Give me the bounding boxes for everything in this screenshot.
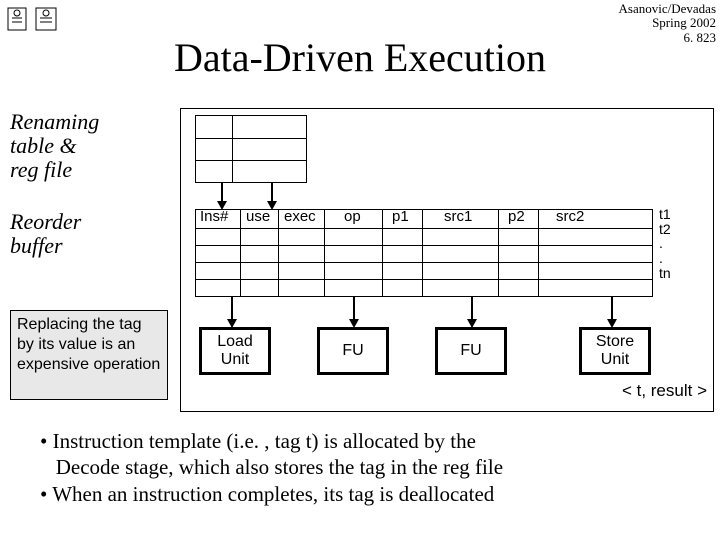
fu-2: FU xyxy=(435,327,507,375)
store-unit: Store Unit xyxy=(579,327,651,375)
tag-t1: t1 xyxy=(659,207,671,222)
authors: Asanovic/Devadas xyxy=(619,2,716,16)
col-exec: exec xyxy=(284,208,316,225)
col-src1: src1 xyxy=(444,208,472,225)
bullet-list: • Instruction template (i.e. , tag t) is… xyxy=(40,428,700,507)
col-use: use xyxy=(246,208,270,225)
bullet-1b: Decode stage, which also stores the tag … xyxy=(40,454,700,480)
corner-logo xyxy=(6,4,62,34)
tag-column: t1 t2 . . tn xyxy=(659,207,671,280)
page-title: Data-Driven Execution xyxy=(0,34,720,81)
col-src2: src2 xyxy=(556,208,584,225)
bullet-2: • When an instruction completes, its tag… xyxy=(40,481,700,507)
rename-label: Renaming table & reg file xyxy=(10,110,99,183)
tag-dot2: . xyxy=(659,251,671,266)
fu-1: FU xyxy=(317,327,389,375)
tag-dot1: . xyxy=(659,236,671,251)
col-ins: Ins# xyxy=(200,208,228,225)
diagram: Ins# use exec op p1 src1 p2 src2 t1 t2 .… xyxy=(180,108,714,412)
col-p2: p2 xyxy=(508,208,525,225)
result-label: < t, result > xyxy=(622,381,707,401)
rename-table xyxy=(195,115,307,183)
col-op: op xyxy=(344,208,361,225)
col-p1: p1 xyxy=(392,208,409,225)
tag-t2: t2 xyxy=(659,222,671,237)
load-unit: Load Unit xyxy=(199,327,271,375)
note-box: Replacing the tag by its value is an exp… xyxy=(10,310,168,400)
reorder-buffer-table: Ins# use exec op p1 src1 p2 src2 xyxy=(195,209,653,297)
reorder-label: Reorder buffer xyxy=(10,210,81,258)
term: Spring 2002 xyxy=(619,16,716,30)
bullet-1a: • Instruction template (i.e. , tag t) is… xyxy=(40,428,700,454)
tag-tn: tn xyxy=(659,266,671,281)
